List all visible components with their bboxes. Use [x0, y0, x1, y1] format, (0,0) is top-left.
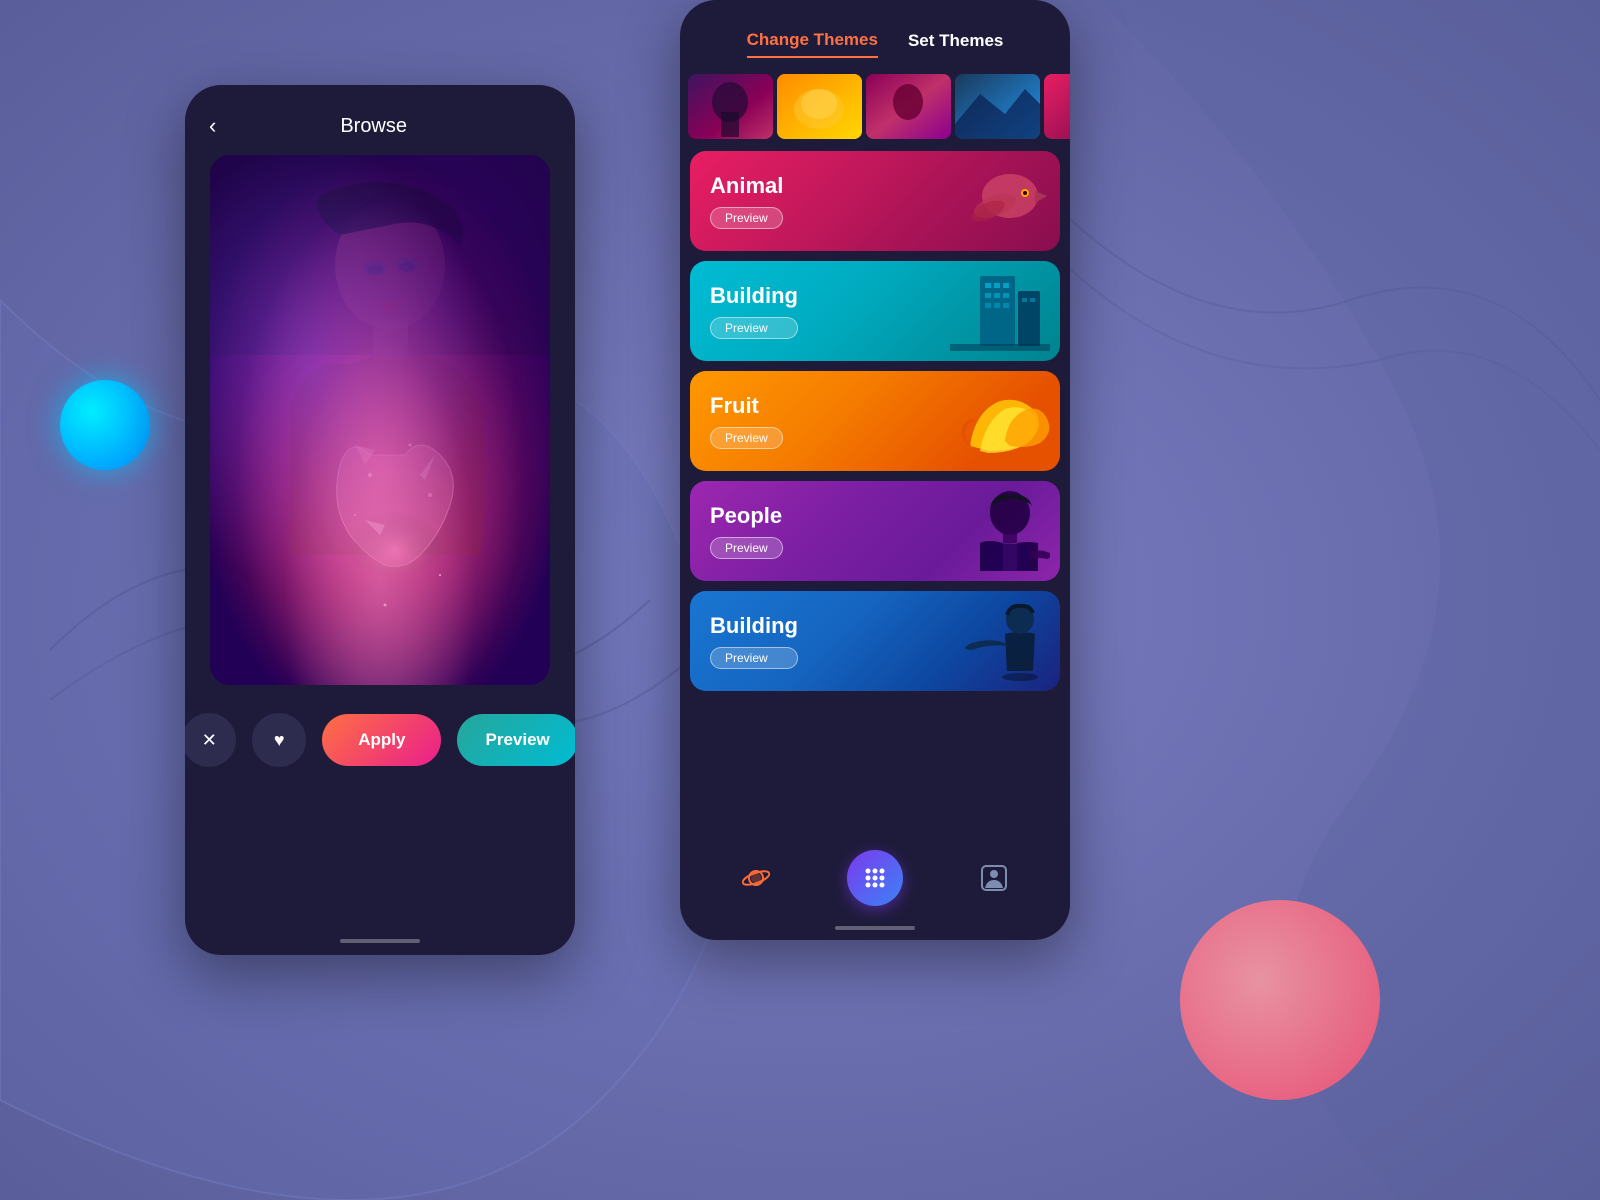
thumbnail-1[interactable] [688, 74, 773, 139]
theme-cards: Animal Preview [680, 147, 1070, 834]
building2-title: Building [710, 613, 798, 639]
thumbnail-3[interactable] [866, 74, 951, 139]
tab-set-themes[interactable]: Set Themes [908, 31, 1003, 57]
bottom-bar-indicator [835, 926, 915, 930]
bottom-indicator [340, 939, 420, 943]
animal-art [950, 161, 1050, 241]
browse-title: Browse [232, 115, 515, 138]
people-art [950, 491, 1050, 571]
phone-actions: ✕ ♥ Apply Preview [185, 713, 575, 767]
building-art [950, 271, 1050, 351]
people-preview-badge[interactable]: Preview [710, 537, 783, 559]
theme-card-fruit[interactable]: Fruit Preview [690, 371, 1060, 471]
thumbnail-5[interactable] [1044, 74, 1070, 139]
fruit-title: Fruit [710, 393, 783, 419]
left-phone: ‹ Browse [185, 85, 575, 955]
theme-card-people[interactable]: People Preview [690, 481, 1060, 581]
fruit-art [950, 381, 1050, 461]
animal-title: Animal [710, 173, 783, 199]
planet-nav-icon[interactable] [736, 858, 776, 898]
building-title: Building [710, 283, 798, 309]
blue-orb [60, 380, 150, 470]
preview-button[interactable]: Preview [457, 714, 575, 766]
building2-art [950, 601, 1050, 681]
heart-button[interactable]: ♥ [252, 713, 306, 767]
main-image-container [210, 155, 550, 685]
bottom-nav [680, 834, 1070, 922]
thumbnail-2[interactable] [777, 74, 862, 139]
fruit-preview-badge[interactable]: Preview [710, 427, 783, 449]
phone-header: ‹ Browse [185, 85, 575, 155]
tabs-container: Change Themes Set Themes [680, 0, 1070, 74]
animal-preview-badge[interactable]: Preview [710, 207, 783, 229]
theme-card-building[interactable]: Building Preview [690, 261, 1060, 361]
grid-nav-button[interactable] [847, 850, 903, 906]
thumbnail-4[interactable] [955, 74, 1040, 139]
right-phone: Change Themes Set Themes [680, 0, 1070, 940]
close-button[interactable]: ✕ [185, 713, 236, 767]
theme-card-building2[interactable]: Building Preview [690, 591, 1060, 691]
apply-button[interactable]: Apply [322, 714, 441, 766]
tab-change-themes[interactable]: Change Themes [747, 30, 878, 58]
pink-orb [1180, 900, 1380, 1100]
theme-card-animal[interactable]: Animal Preview [690, 151, 1060, 251]
building-preview-badge[interactable]: Preview [710, 317, 798, 339]
back-button[interactable]: ‹ [209, 113, 216, 139]
main-image [210, 155, 550, 685]
thumbnail-row [680, 74, 1070, 147]
people-title: People [710, 503, 783, 529]
building2-preview-badge[interactable]: Preview [710, 647, 798, 669]
profile-nav-icon[interactable] [974, 858, 1014, 898]
